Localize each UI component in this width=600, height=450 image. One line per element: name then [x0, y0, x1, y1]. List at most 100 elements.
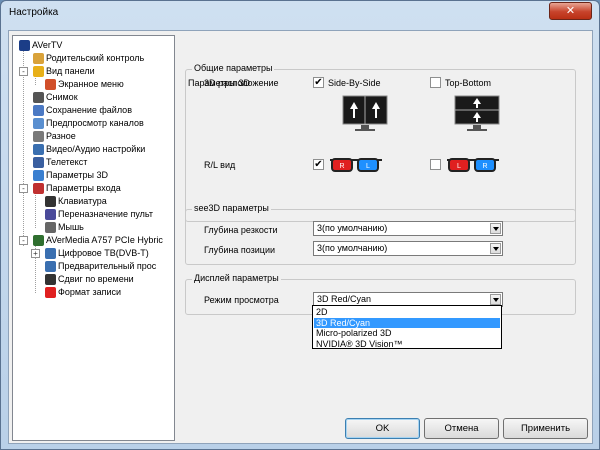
tree-item[interactable]: Родительский контроль — [33, 52, 144, 65]
collapse-icon[interactable]: - — [19, 184, 28, 193]
tree-item-label: Предпросмотр каналов — [46, 118, 144, 128]
apply-button[interactable]: Применить — [503, 418, 588, 439]
side-by-side-label: Side-By-Side — [328, 78, 381, 88]
tree-item[interactable]: Разное — [33, 130, 76, 143]
save-files-icon — [33, 105, 44, 117]
sharpness-depth-select[interactable]: 3(по умолчанию) — [313, 221, 503, 236]
position-depth-select[interactable]: 3(по умолчанию) — [313, 241, 503, 256]
tree-item-label: Разное — [46, 131, 76, 141]
view-mode-option[interactable]: NVIDIA® 3D Vision™ — [314, 339, 500, 349]
tree-item-label: Параметры входа — [46, 183, 121, 193]
device-icon — [33, 235, 44, 247]
tree-item-label: AVerTV — [32, 40, 63, 50]
chevron-down-icon[interactable] — [490, 294, 501, 305]
position-depth-value: 3(по умолчанию) — [317, 243, 388, 253]
settings-window: Настройка ✕ AVerTV Родительский контроль В… — [0, 0, 600, 450]
prebuffer-icon — [45, 261, 56, 273]
expand-icon[interactable]: + — [31, 249, 40, 258]
tree-item[interactable]: Снимок — [33, 91, 78, 104]
avertv-icon — [19, 40, 30, 52]
cancel-button[interactable]: Отмена — [424, 418, 499, 439]
dvbt-icon — [45, 248, 56, 260]
tree-item-label: Экранное меню — [58, 79, 124, 89]
chevron-down-icon[interactable] — [490, 223, 501, 234]
tree-item-label: Клавиатура — [58, 196, 107, 206]
mouse-icon — [45, 222, 56, 234]
tree-item-label: Вид панели — [46, 66, 95, 76]
general-params-title: Общие параметры — [192, 63, 275, 73]
teletext-icon — [33, 157, 44, 169]
remote-icon — [45, 209, 56, 221]
sharpness-depth-label: Глубина резкости — [204, 225, 278, 235]
tree-item[interactable]: Цифровое ТВ(DVB-T) — [45, 247, 149, 260]
tree-item[interactable]: Предварительный прос — [45, 260, 156, 273]
ok-button[interactable]: OK — [345, 418, 420, 439]
tree-item[interactable]: Параметры 3D — [33, 169, 108, 182]
input-icon — [33, 183, 44, 195]
top-bottom-checkbox[interactable] — [430, 77, 441, 88]
tree-item[interactable]: Мышь — [45, 221, 84, 234]
side-by-side-checkbox[interactable]: ✔ — [313, 77, 324, 88]
panel-icon — [33, 66, 44, 78]
tree-item[interactable]: Видео/Аудио настройки — [33, 143, 145, 156]
tree-item-label: AVerMedia A757 PCIe Hybric — [46, 235, 163, 245]
view-mode-option[interactable]: Micro-polarized 3D — [314, 328, 500, 338]
tree-item-label: Родительский контроль — [46, 53, 145, 63]
view-mode-value: 3D Red/Cyan — [317, 294, 372, 304]
cyan-red-glasses-icon: L R — [447, 158, 499, 172]
see3d-params-title: see3D параметры — [192, 203, 271, 213]
osd-icon — [45, 79, 56, 91]
rl-view-checkbox-1[interactable]: ✔ — [313, 159, 324, 170]
tree-item[interactable]: Клавиатура — [45, 195, 107, 208]
parental-icon — [33, 53, 44, 65]
tree-item[interactable]: Формат записи — [45, 286, 121, 299]
tree-item[interactable]: AVerMedia A757 PCIe Hybric — [33, 234, 163, 247]
tree-item-label: Сдвиг по времени — [58, 274, 134, 284]
top-bottom-preview-icon — [454, 95, 500, 131]
view-mode-label: Режим просмотра — [204, 295, 279, 305]
close-button[interactable]: ✕ — [549, 2, 592, 20]
glasses2-right-letter: R — [482, 163, 487, 170]
tree-item-label: Параметры 3D — [46, 170, 108, 180]
window-title: Настройка — [9, 7, 59, 18]
see3d-params-group: see3D параметры — [185, 203, 576, 265]
view-mode-dropdown-list[interactable]: 2D 3D Red/Cyan Micro-polarized 3D NVIDIA® 3… — [312, 305, 502, 349]
tree-item-label: Предварительный прос — [58, 261, 157, 271]
tree-item[interactable]: Экранное меню — [45, 78, 124, 91]
tree-item[interactable]: Параметры входа — [33, 182, 121, 195]
chevron-down-icon[interactable] — [490, 243, 501, 254]
side-by-side-preview-icon — [342, 95, 388, 131]
tree-connector-line — [35, 191, 36, 228]
sharpness-depth-value: 3(по умолчанию) — [317, 223, 388, 233]
view-mode-option[interactable]: 2D — [314, 307, 500, 317]
tree-item-label: Цифровое ТВ(DVB-T) — [58, 248, 149, 258]
tree-item[interactable]: AVerTV — [19, 39, 62, 52]
tree-item[interactable]: Сохранение файлов — [33, 104, 132, 117]
rl-view-label: R/L вид — [204, 160, 236, 170]
tree-item[interactable]: Переназначение пульт — [45, 208, 153, 221]
keyboard-icon — [45, 196, 56, 208]
collapse-icon[interactable]: - — [19, 236, 28, 245]
settings-tree[interactable]: AVerTV Родительский контроль Вид панели - Эк… — [12, 35, 175, 441]
tree-item-label: Сохранение файлов — [46, 105, 132, 115]
glasses-left-letter: R — [339, 163, 344, 170]
tree-item[interactable]: Телетекст — [33, 156, 87, 169]
top-bottom-label: Top-Bottom — [445, 78, 492, 88]
display-params-title: Дисплей параметры — [192, 273, 281, 283]
tree-item[interactable]: Вид панели — [33, 65, 95, 78]
collapse-icon[interactable]: - — [19, 67, 28, 76]
tree-item-label: Снимок — [46, 92, 78, 102]
tree-item-label: Мышь — [58, 222, 84, 232]
position-depth-label: Глубина позиции — [204, 245, 276, 255]
title-bar[interactable]: Настройка ✕ — [1, 1, 599, 25]
dialog-client: AVerTV Родительский контроль Вид панели - Эк… — [8, 30, 593, 444]
tree-item-label: Видео/Аудио настройки — [46, 144, 146, 154]
tree-item[interactable]: Сдвиг по времени — [45, 273, 134, 286]
misc-icon — [33, 131, 44, 143]
red-cyan-glasses-icon: R L — [330, 158, 382, 172]
rl-view-checkbox-2[interactable] — [430, 159, 441, 170]
tree-item-label: Переназначение пульт — [58, 209, 153, 219]
tree-connector-line — [23, 48, 24, 246]
tree-item[interactable]: Предпросмотр каналов — [33, 117, 144, 130]
view-mode-option[interactable]: 3D Red/Cyan — [314, 317, 500, 328]
